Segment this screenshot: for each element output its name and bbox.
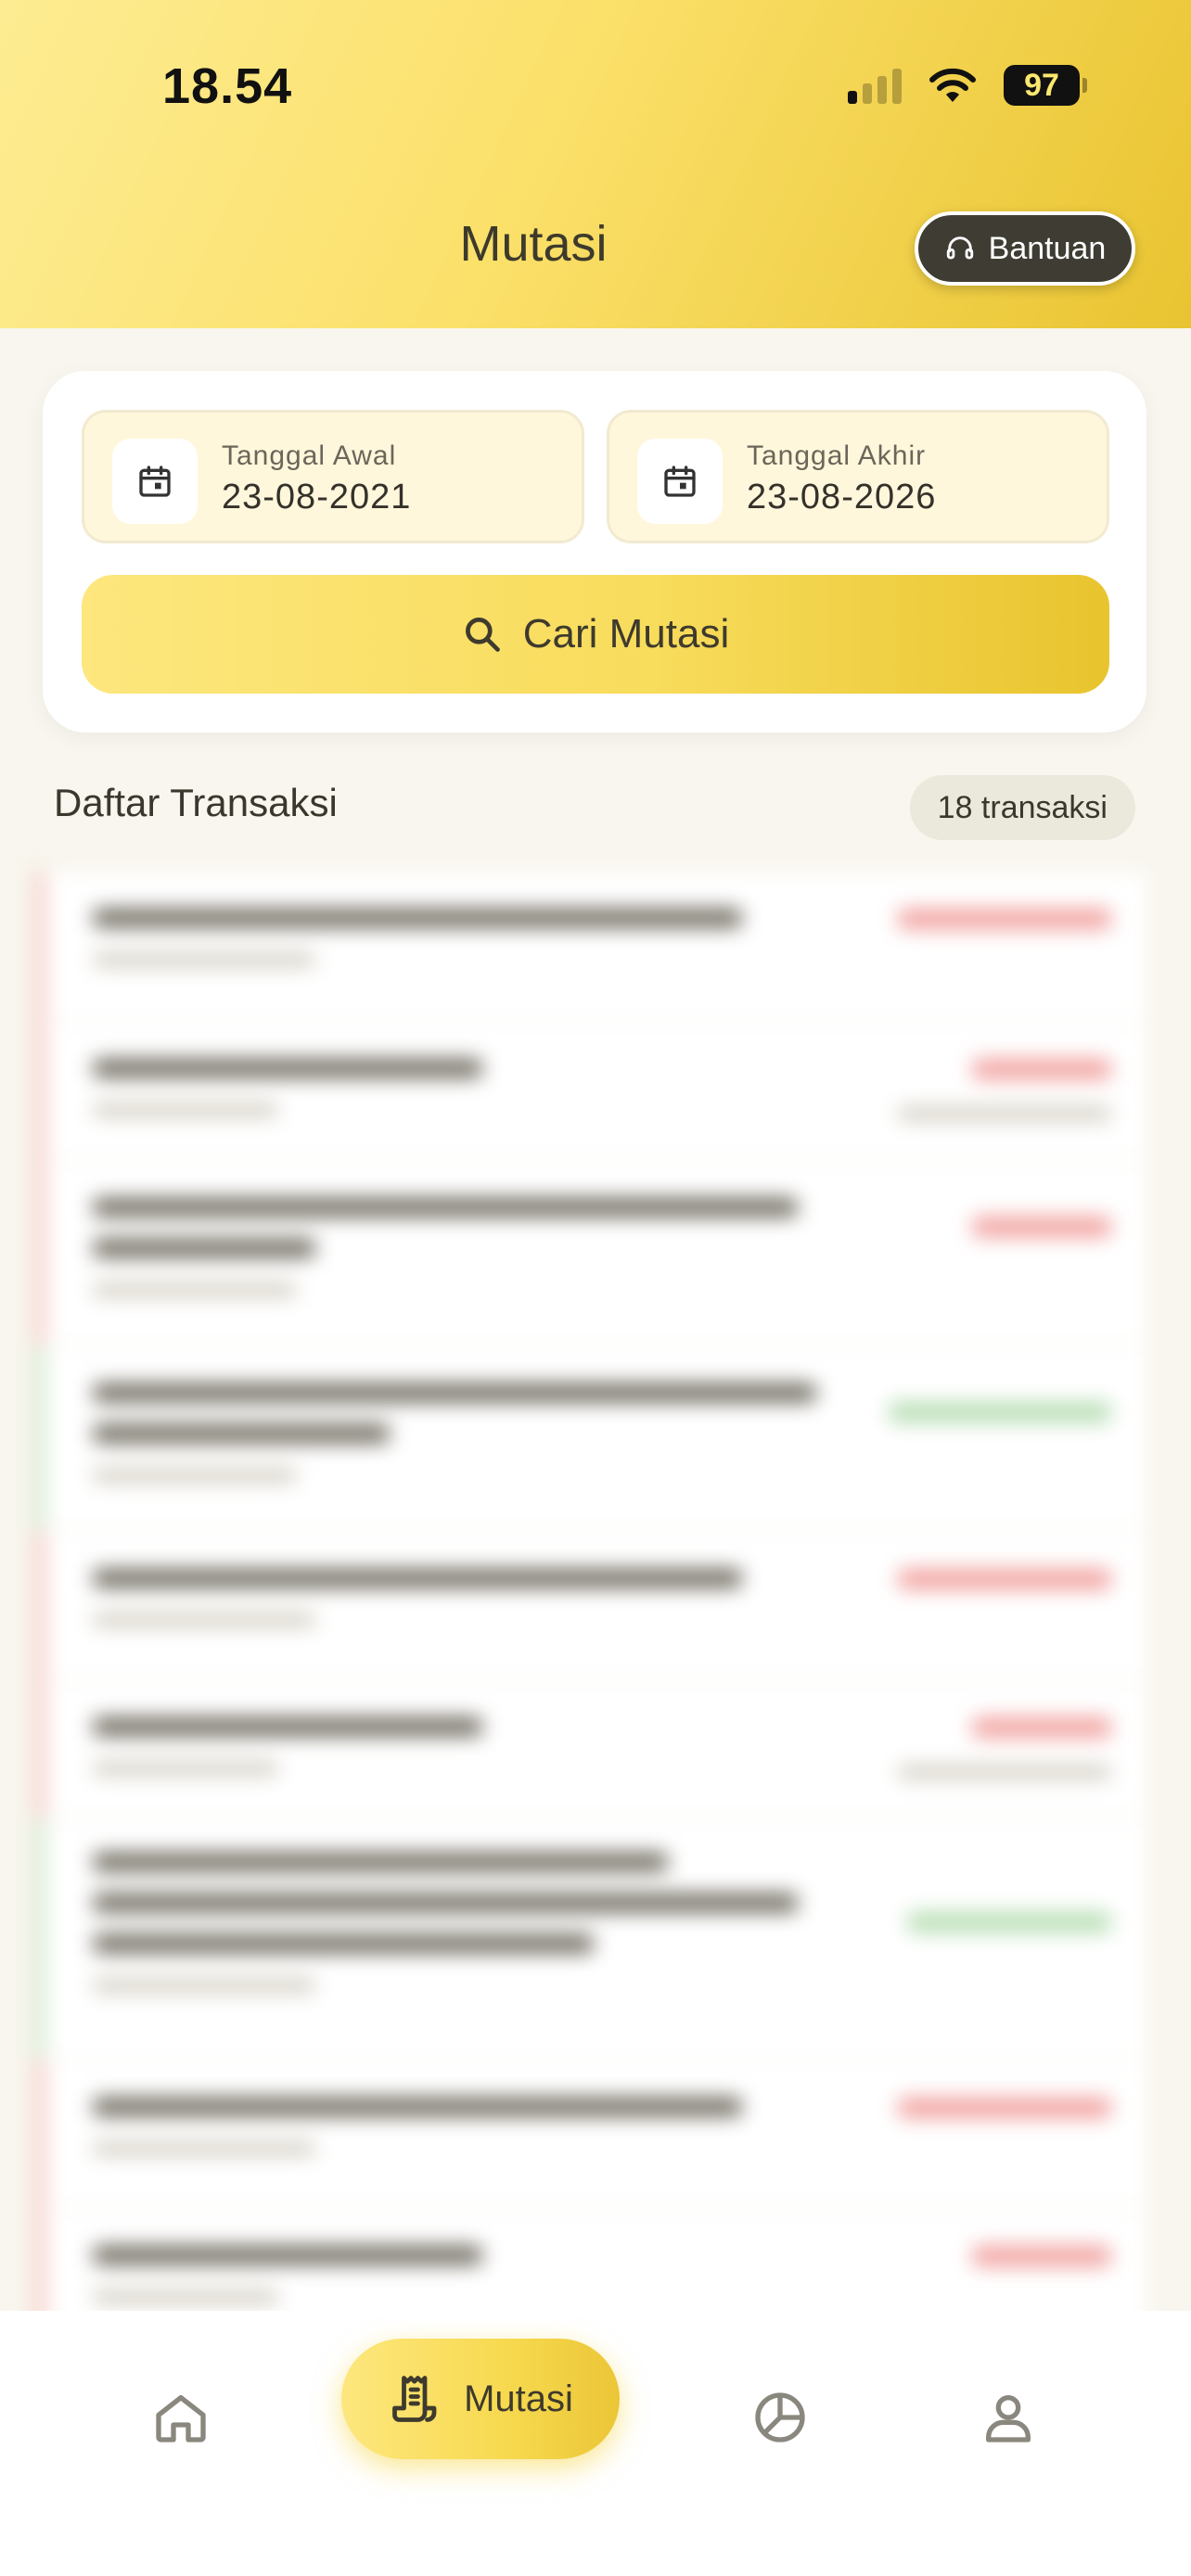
- wifi-icon: [929, 68, 976, 102]
- search-mutation-button[interactable]: Cari Mutasi: [82, 575, 1109, 694]
- status-icons: 97: [848, 65, 1087, 106]
- nav-mutasi[interactable]: Mutasi: [341, 2339, 620, 2459]
- list-item[interactable]: [37, 1345, 1146, 1530]
- nav-profile[interactable]: [957, 2366, 1059, 2468]
- list-item[interactable]: [37, 1159, 1146, 1345]
- header: 18.54 97 Mutasi Bantuan: [0, 0, 1191, 328]
- transaction-list-title: Daftar Transaksi: [54, 781, 338, 824]
- cellular-signal-icon: [848, 67, 902, 104]
- list-item[interactable]: [37, 1678, 1146, 1817]
- search-button-label: Cari Mutasi: [522, 611, 730, 657]
- help-button[interactable]: Bantuan: [915, 211, 1135, 286]
- transaction-count-badge: 18 transaksi: [909, 775, 1135, 840]
- transaction-list: [37, 872, 1146, 2337]
- end-date-label: Tanggal Akhir: [747, 440, 927, 471]
- nav-home[interactable]: [130, 2366, 232, 2468]
- user-icon: [986, 2395, 1031, 2442]
- end-date-value: 23-08-2026: [747, 478, 937, 516]
- status-time: 18.54: [162, 58, 293, 114]
- calendar-icon: [637, 439, 723, 524]
- start-date-value: 23-08-2021: [222, 478, 412, 516]
- list-item[interactable]: [37, 1530, 1146, 1678]
- list-item[interactable]: [37, 1817, 1146, 2059]
- calendar-icon: [112, 439, 198, 524]
- home-icon: [156, 2395, 206, 2442]
- page-title: Mutasi: [459, 216, 608, 272]
- help-button-label: Bantuan: [988, 230, 1107, 266]
- battery-icon: 97: [1004, 65, 1087, 106]
- end-date-field[interactable]: Tanggal Akhir 23-08-2026: [607, 410, 1109, 543]
- nav-mutasi-label: Mutasi: [464, 2378, 573, 2419]
- mutasi-screen: 18.54 97 Mutasi Bantuan Tanggal Awal 23-…: [0, 0, 1191, 2576]
- start-date-label: Tanggal Awal: [222, 440, 397, 471]
- headset-icon: [946, 236, 973, 260]
- nav-statistics[interactable]: [729, 2366, 831, 2468]
- search-icon: [465, 618, 500, 652]
- pie-chart-icon: [755, 2392, 805, 2442]
- date-filter-card: Tanggal Awal 23-08-2021 Tanggal Akhir 23…: [43, 371, 1146, 733]
- list-item[interactable]: [37, 2059, 1146, 2207]
- bottom-navigation: Mutasi: [0, 2311, 1191, 2576]
- start-date-field[interactable]: Tanggal Awal 23-08-2021: [82, 410, 584, 543]
- list-item[interactable]: [37, 872, 1146, 1020]
- list-item[interactable]: [37, 1020, 1146, 1159]
- receipt-icon: [392, 2376, 437, 2422]
